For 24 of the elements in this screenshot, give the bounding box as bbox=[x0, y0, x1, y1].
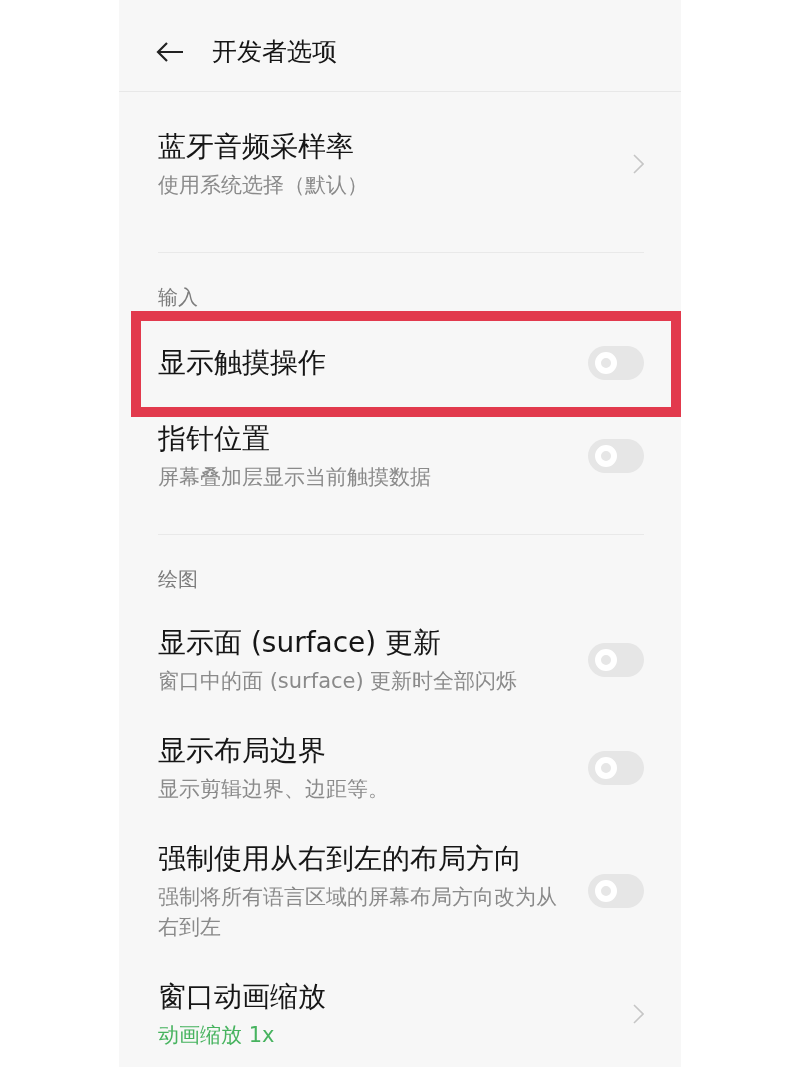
chevron-right-icon bbox=[633, 1004, 644, 1024]
setting-summary: 使用系统选择（默认） bbox=[158, 172, 368, 199]
setting-title: 蓝牙音频采样率 bbox=[158, 129, 354, 165]
toggle-switch[interactable] bbox=[588, 346, 644, 380]
toggle-switch[interactable] bbox=[588, 439, 644, 473]
setting-title: 指针位置 bbox=[158, 421, 270, 457]
setting-title: 显示触摸操作 bbox=[158, 345, 326, 381]
setting-summary: 显示剪辑边界、边距等。 bbox=[158, 776, 389, 803]
back-arrow-icon[interactable] bbox=[156, 41, 184, 62]
toggle-switch[interactable] bbox=[588, 643, 644, 677]
setting-title: 显示面 (surface) 更新 bbox=[158, 625, 442, 661]
toggle-switch[interactable] bbox=[588, 874, 644, 908]
section-heading: 绘图 bbox=[158, 567, 198, 591]
chevron-right-icon bbox=[633, 154, 644, 174]
toggle-switch[interactable] bbox=[588, 751, 644, 785]
setting-summary: 屏幕叠加层显示当前触摸数据 bbox=[158, 464, 431, 491]
setting-summary: 窗口中的面 (surface) 更新时全部闪烁 bbox=[158, 668, 518, 695]
setting-title: 强制使用从右到左的布局方向 bbox=[158, 841, 522, 877]
setting-title: 显示布局边界 bbox=[158, 733, 326, 769]
setting-summary: 强制将所有语言区域的屏幕布局方向改为从右到左 bbox=[158, 884, 558, 941]
setting-summary: 动画缩放 1x bbox=[158, 1022, 275, 1049]
section-heading: 输入 bbox=[158, 285, 198, 309]
setting-title: 窗口动画缩放 bbox=[158, 979, 326, 1015]
page-title: 开发者选项 bbox=[212, 35, 337, 68]
